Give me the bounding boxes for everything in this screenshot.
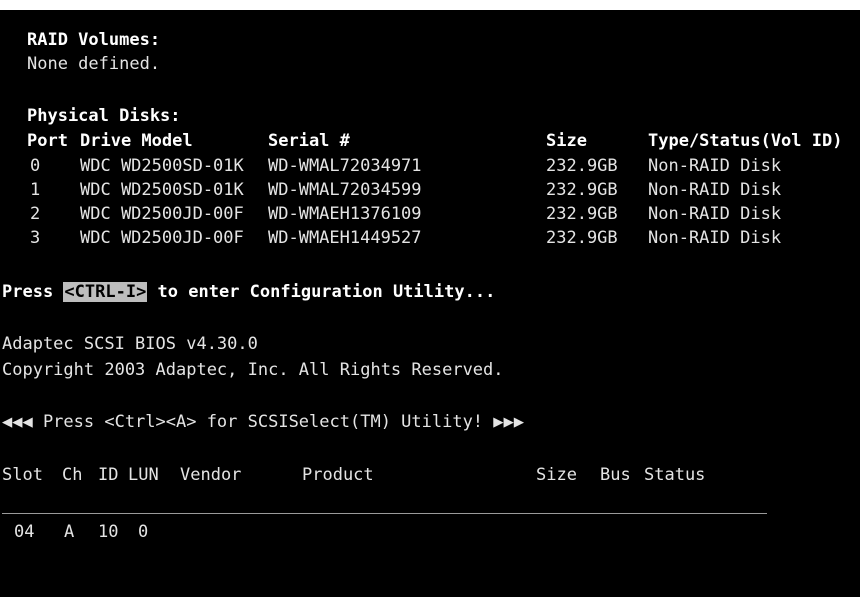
disk-size: 232.9GB: [546, 180, 618, 200]
raid-volumes-heading: RAID Volumes:: [27, 30, 161, 50]
col-drive-model: Drive Model: [80, 131, 193, 151]
disk-model: WDC WD2500SD-01K: [80, 180, 244, 200]
disk-serial: WD-WMAEH1376109: [268, 204, 422, 224]
device-id: 10: [98, 522, 119, 542]
disk-model: WDC WD2500SD-01K: [80, 156, 244, 176]
col-slot: Slot: [2, 465, 43, 485]
scsiselect-prompt: ◀◀◀ Press <Ctrl><A> for SCSISelect(TM) U…: [2, 412, 524, 432]
col-size: Size: [546, 131, 587, 151]
col-vendor: Vendor: [180, 465, 242, 485]
disk-type: Non-RAID Disk: [648, 204, 782, 224]
disk-size: 232.9GB: [546, 156, 618, 176]
col-type-status: Type/Status(Vol ID): [648, 131, 843, 151]
physical-disks-heading: Physical Disks:: [27, 106, 181, 126]
device-lun: 0: [138, 522, 149, 542]
col-lun: LUN: [128, 465, 159, 485]
disk-port: 2: [30, 204, 41, 224]
bios-copyright: Copyright 2003 Adaptec, Inc. All Rights …: [2, 360, 504, 380]
col-size: Size: [536, 465, 577, 485]
col-serial: Serial #: [268, 131, 350, 151]
disk-model: WDC WD2500JD-00F: [80, 204, 244, 224]
col-status: Status: [644, 465, 706, 485]
col-id: ID: [98, 465, 119, 485]
disk-port: 3: [30, 228, 41, 248]
disk-size: 232.9GB: [546, 204, 618, 224]
config-utility-prompt: Press <CTRL-I> to enter Configuration Ut…: [2, 282, 495, 302]
bios-version: Adaptec SCSI BIOS v4.30.0: [2, 334, 258, 354]
prompt-prefix: Press: [2, 282, 64, 302]
col-port: Port: [27, 131, 68, 151]
ctrl-i-key-highlight: <CTRL-I>: [63, 282, 148, 302]
disk-serial: WD-WMAEH1449527: [268, 228, 422, 248]
disk-serial: WD-WMAL72034599: [268, 180, 422, 200]
disk-port: 0: [30, 156, 41, 176]
disk-serial: WD-WMAL72034971: [268, 156, 422, 176]
col-bus: Bus: [600, 465, 631, 485]
device-ch: A: [64, 522, 75, 542]
disk-model: WDC WD2500JD-00F: [80, 228, 244, 248]
disk-port: 1: [30, 180, 41, 200]
disk-type: Non-RAID Disk: [648, 228, 782, 248]
prompt-suffix: to enter Configuration Utility...: [147, 282, 496, 302]
raid-volumes-none: None defined.: [27, 54, 161, 74]
disk-type: Non-RAID Disk: [648, 156, 782, 176]
table-divider: [2, 513, 767, 514]
col-ch: Ch: [62, 465, 83, 485]
device-slot: 04: [14, 522, 35, 542]
disk-size: 232.9GB: [546, 228, 618, 248]
bios-screen: RAID Volumes: None defined. Physical Dis…: [0, 0, 860, 597]
col-product: Product: [302, 465, 374, 485]
disk-type: Non-RAID Disk: [648, 180, 782, 200]
